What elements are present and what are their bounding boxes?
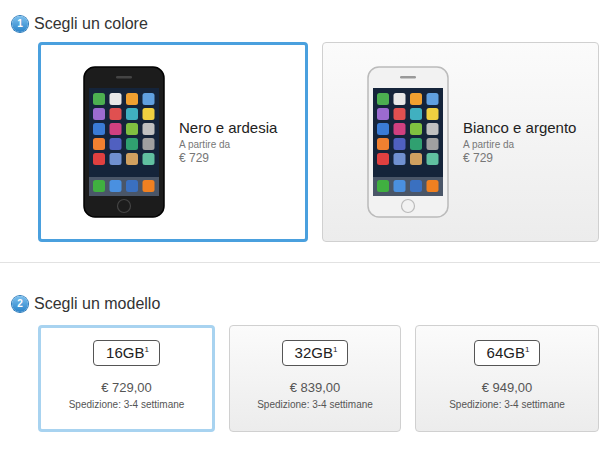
footnote-mark: 1 — [525, 345, 529, 354]
shipping-info: Spedizione: 3-4 settimane — [257, 399, 373, 411]
color-option[interactable]: Nero e ardesia A partire da€ 729 — [38, 42, 308, 242]
section-title: Scegli un modello — [34, 294, 160, 313]
color-price: € 729 — [179, 151, 277, 165]
section-header: 2 Scegli un modello — [0, 283, 600, 325]
section-header: 1 Scegli un colore — [0, 0, 600, 42]
model-option[interactable]: 32GB1 € 839,00 Spedizione: 3-4 settimane — [229, 325, 401, 432]
footnote-mark: 1 — [333, 345, 337, 354]
capacity-text: 16GB — [106, 344, 144, 361]
model-price: € 729,00 — [101, 380, 152, 396]
phone-icon — [367, 66, 449, 218]
phone-icon — [83, 66, 165, 218]
price-caption: A partire da — [463, 139, 576, 151]
section-divider — [0, 262, 600, 263]
step-number: 1 — [12, 16, 28, 32]
capacity-text: 64GB — [487, 344, 525, 361]
model-price: € 839,00 — [290, 380, 341, 396]
price-caption: A partire da — [179, 139, 277, 151]
model-option[interactable]: 16GB1 € 729,00 Spedizione: 3-4 settimane — [38, 325, 215, 432]
color-price: € 729 — [463, 151, 576, 165]
color-option[interactable]: Bianco e argento A partire da€ 729 — [322, 42, 599, 242]
model-price: € 949,00 — [482, 380, 533, 396]
capacity-label: 64GB1 — [474, 340, 541, 366]
color-info: Nero e ardesia A partire da€ 729 — [179, 119, 277, 165]
color-info: Bianco e argento A partire da€ 729 — [463, 119, 576, 165]
model-options: 16GB1€ 729,00Spedizione: 3-4 settimane32… — [0, 325, 600, 432]
capacity-text: 32GB — [295, 344, 333, 361]
color-name: Bianco e argento — [463, 119, 576, 137]
step-number: 2 — [12, 296, 28, 312]
shipping-info: Spedizione: 3-4 settimane — [69, 399, 185, 411]
capacity-label: 16GB1 — [93, 340, 160, 366]
color-options: Nero e ardesiaA partire da€ 729Bianco e … — [0, 42, 600, 242]
shipping-info: Spedizione: 3-4 settimane — [449, 399, 565, 411]
color-name: Nero e ardesia — [179, 119, 277, 137]
capacity-label: 32GB1 — [282, 340, 349, 366]
model-option[interactable]: 64GB1 € 949,00 Spedizione: 3-4 settimane — [415, 325, 599, 432]
section-title: Scegli un colore — [34, 14, 148, 33]
footnote-mark: 1 — [144, 345, 148, 354]
